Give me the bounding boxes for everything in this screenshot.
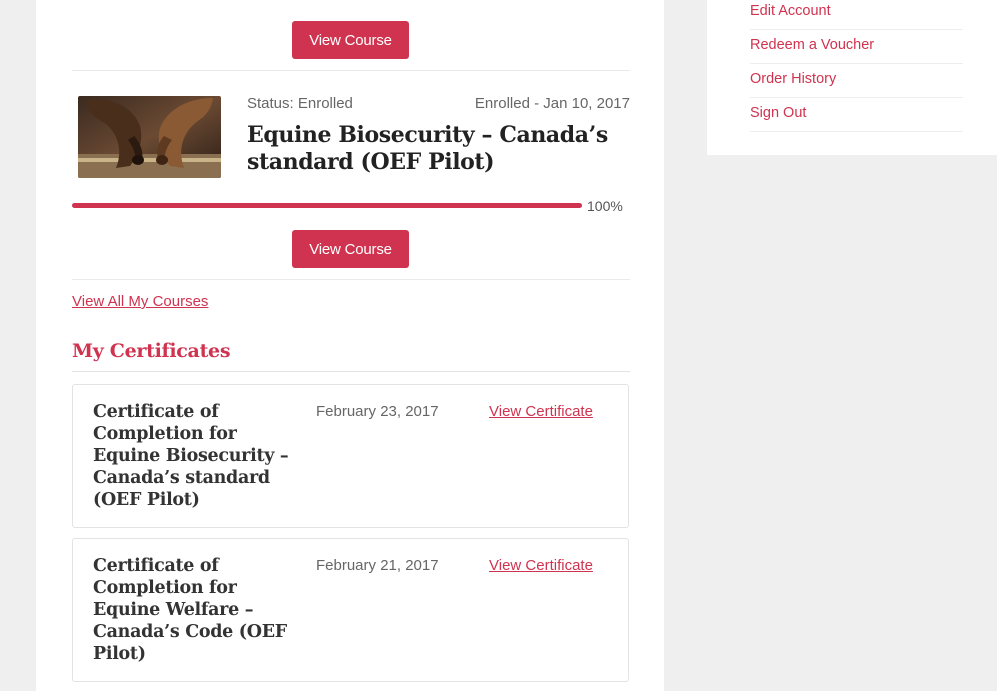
certificates-heading: My Certificates — [72, 340, 231, 362]
menu-item-edit-account[interactable]: Edit Account — [750, 0, 963, 30]
course-thumbnail — [78, 96, 221, 178]
certificates-divider — [72, 371, 630, 372]
certificate-name: Certificate of Completion for Equine Wel… — [93, 556, 287, 664]
menu-item-label: Sign Out — [750, 105, 807, 121]
view-certificate-link[interactable]: View Certificate — [489, 403, 593, 420]
certificate-date: February 23, 2017 — [316, 403, 439, 420]
view-certificate-link[interactable]: View Certificate — [489, 557, 593, 574]
view-course-button[interactable]: View Course — [292, 21, 409, 59]
view-all-courses-link[interactable]: View All My Courses — [72, 293, 208, 310]
course-progress-bar — [72, 203, 582, 208]
course-status: Status: Enrolled — [247, 95, 353, 112]
certificate-name: Certificate of Completion for Equine Bio… — [93, 402, 289, 510]
view-course-button[interactable]: View Course — [292, 230, 409, 268]
menu-item-redeem-voucher[interactable]: Redeem a Voucher — [750, 30, 963, 64]
course-enrolled-date: Enrolled - Jan 10, 2017 — [474, 95, 630, 112]
course-title: Equine Biosecurity – Canada’s standard (… — [247, 122, 608, 175]
menu-item-sign-out[interactable]: Sign Out — [750, 98, 963, 132]
course-divider — [72, 70, 630, 71]
menu-item-label: Redeem a Voucher — [750, 37, 875, 53]
menu-item-label: Order History — [750, 71, 837, 87]
certificate-card: Certificate of Completion for Equine Wel… — [72, 538, 629, 682]
menu-item-label: Edit Account — [750, 3, 831, 19]
certificate-date: February 21, 2017 — [316, 557, 439, 574]
course-progress-fill — [72, 203, 582, 208]
my-courses-panel: View Course Status: Enrolled Enrolled - … — [36, 0, 664, 691]
horses-photo-icon — [78, 96, 221, 178]
course-divider — [72, 279, 630, 280]
certificate-card: Certificate of Completion for Equine Bio… — [72, 384, 629, 528]
course-progress-label: 100% — [587, 198, 623, 214]
account-menu: Edit Account Redeem a Voucher Order Hist… — [707, 0, 997, 155]
menu-item-order-history[interactable]: Order History — [750, 64, 963, 98]
